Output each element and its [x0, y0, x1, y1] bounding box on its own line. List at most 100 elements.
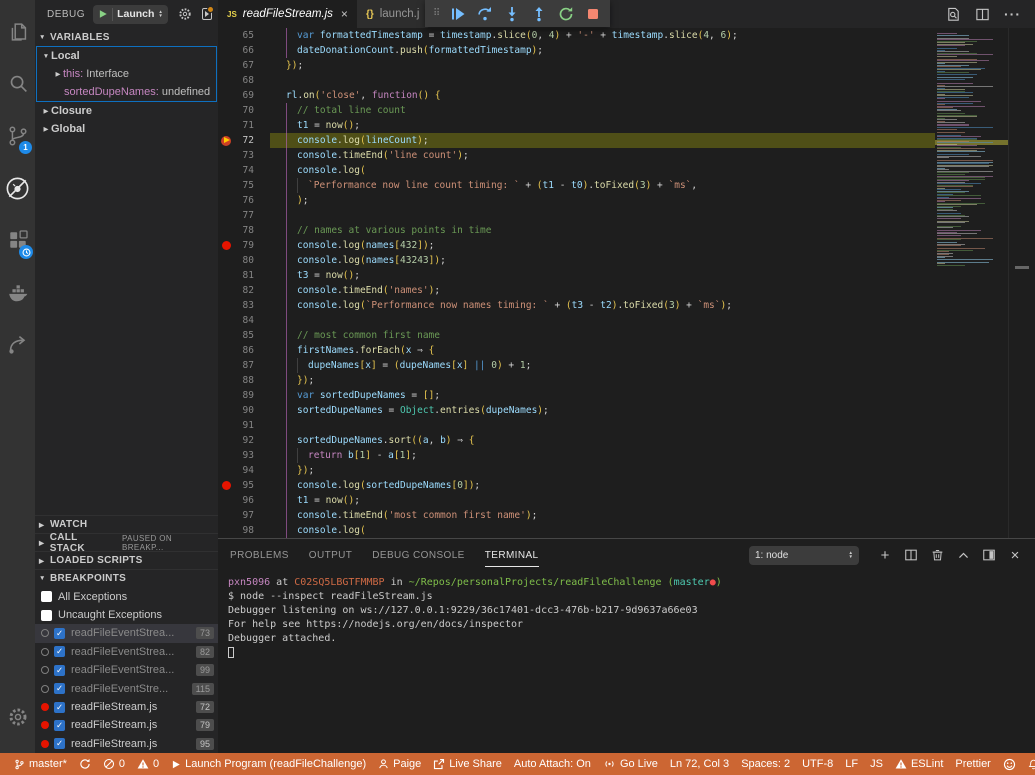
gutter[interactable]: 73 [218, 148, 270, 163]
manage-gear-icon[interactable] [0, 691, 35, 743]
gutter[interactable]: 86 [218, 343, 270, 358]
split-editor-icon[interactable] [975, 7, 990, 22]
gutter[interactable]: 94 [218, 463, 270, 478]
code-line[interactable]: 66 dateDonationCount.push(formattedTimest… [218, 43, 935, 58]
scrollbar-thumb[interactable] [1015, 266, 1029, 269]
code-line[interactable]: 72 console.log(lineCount); [218, 133, 935, 148]
breakpoint-checkbox[interactable]: ✓ [54, 646, 65, 658]
code-line[interactable]: 74 console.log( [218, 163, 935, 178]
continue-button[interactable] [444, 0, 471, 27]
step-over-button[interactable] [471, 0, 498, 27]
breakpoint-row[interactable]: ✓ readFileEventStre... 115 [35, 679, 218, 697]
gutter[interactable]: 92 [218, 433, 270, 448]
breakpoint-row[interactable]: ✓ readFileEventStrea... 82 [35, 643, 218, 661]
gutter[interactable]: 96 [218, 493, 270, 508]
gutter[interactable]: 84 [218, 313, 270, 328]
code-line[interactable]: 86 firstNames.forEach(x ⇒ { [218, 343, 935, 358]
editor-tab[interactable]: JS readFileStream.js × [218, 0, 357, 28]
code-line[interactable]: 83 console.log(`Performance now names tim… [218, 298, 935, 313]
kill-terminal-icon[interactable] [925, 543, 949, 567]
breakpoint-checkbox[interactable]: ✓ [54, 627, 65, 639]
breakpoints-section-header[interactable]: ▼ BREAKPOINTS [35, 569, 218, 587]
gutter[interactable]: 74 [218, 163, 270, 178]
status-item-js[interactable]: JS [864, 753, 889, 775]
gutter[interactable]: 93 [218, 448, 270, 463]
gutter[interactable]: 72 [218, 133, 270, 148]
status-item-utf-8[interactable]: UTF-8 [796, 753, 839, 775]
code-line[interactable]: 73 console.timeEnd('line count'); [218, 148, 935, 163]
code-line[interactable]: 78 // names at various points in time [218, 223, 935, 238]
code-line[interactable]: 87 dupeNames[x] = (dupeNames[x] || 0) + 1… [218, 358, 935, 373]
code-line[interactable]: 84 [218, 313, 935, 328]
status-item-eslint[interactable]: ESLint [889, 753, 949, 775]
breakpoint-row[interactable]: ✓ readFileEventStrea... 73 [35, 624, 218, 643]
code-line[interactable]: 80 console.log(names[43243]); [218, 253, 935, 268]
panel-tab-output[interactable]: OUTPUT [309, 543, 353, 567]
gutter[interactable]: 89 [218, 388, 270, 403]
scope-closure[interactable]: ▶ Closure [35, 102, 218, 120]
breakpoint-checkbox[interactable]: ✓ [54, 683, 65, 695]
exception-breakpoint-row[interactable]: Uncaught Exceptions [35, 606, 218, 624]
status-item-launch-program-readfilechallenge[interactable]: Launch Program (readFileChallenge) [165, 753, 372, 775]
gutter[interactable]: 98 [218, 523, 270, 538]
gutter[interactable]: 88 [218, 373, 270, 388]
panel-tab-debug-console[interactable]: DEBUG CONSOLE [372, 543, 464, 567]
status-item-master[interactable]: master* [8, 753, 73, 775]
scrollbar[interactable] [1008, 28, 1035, 538]
debug-launch-dropdown[interactable]: Launch ▲ ▼ [93, 4, 168, 24]
split-terminal-icon[interactable] [899, 543, 923, 567]
gutter[interactable]: 78 [218, 223, 270, 238]
breakpoint-icon[interactable] [221, 241, 231, 250]
gutter[interactable]: 70 [218, 103, 270, 118]
panel-tab-problems[interactable]: PROBLEMS [230, 543, 289, 567]
code-line[interactable]: 98 console.log( [218, 523, 935, 538]
variable-sortedDupeNames[interactable]: sortedDupeNames: undefined [37, 83, 216, 101]
gutter[interactable]: 90 [218, 403, 270, 418]
code-line[interactable]: 75 `Performance now line count timing: ` … [218, 178, 935, 193]
status-item-lf[interactable]: LF [839, 753, 864, 775]
panel-tab-terminal[interactable]: TERMINAL [484, 543, 539, 567]
gutter[interactable]: 69 [218, 88, 270, 103]
code-line[interactable]: 69 rl.on('close', function() { [218, 88, 935, 103]
code-line[interactable]: 92 sortedDupeNames.sort((a, b) ⇒ { [218, 433, 935, 448]
loaded-scripts-section-header[interactable]: ▶ LOADED SCRIPTS [35, 551, 218, 569]
docker-icon[interactable] [0, 266, 35, 318]
watch-section-header[interactable]: ▶ WATCH [35, 515, 218, 533]
editor-tab[interactable]: {} launch.j [356, 0, 430, 28]
code-line[interactable]: 97 console.timeEnd('most common first nam… [218, 508, 935, 523]
gutter[interactable]: 87 [218, 358, 270, 373]
breakpoint-checkbox[interactable]: ✓ [54, 738, 65, 750]
status-item-sync[interactable] [73, 753, 97, 775]
checkbox[interactable] [41, 591, 52, 603]
gutter[interactable]: 71 [218, 118, 270, 133]
status-item-bell[interactable] [1022, 753, 1035, 775]
open-preview-icon[interactable] [946, 7, 961, 22]
code-line[interactable]: 65 var formattedTimestamp = timestamp.sli… [218, 28, 935, 43]
breakpoint-row[interactable]: ✓ readFileStream.js 72 [35, 698, 218, 716]
gutter[interactable]: 85 [218, 328, 270, 343]
status-item-spaces-2[interactable]: Spaces: 2 [735, 753, 796, 775]
code-line[interactable]: 96 t1 = now(); [218, 493, 935, 508]
gutter[interactable]: 83 [218, 298, 270, 313]
breakpoint-icon[interactable] [221, 481, 231, 490]
code-line[interactable]: 89 var sortedDupeNames = []; [218, 388, 935, 403]
code-line[interactable]: 68 [218, 73, 935, 88]
gutter[interactable]: 68 [218, 73, 270, 88]
stop-button[interactable] [579, 0, 606, 27]
gutter[interactable]: 82 [218, 283, 270, 298]
status-item-prettier[interactable]: Prettier [949, 753, 996, 775]
code-line[interactable]: 81 t3 = now(); [218, 268, 935, 283]
maximize-panel-icon[interactable] [951, 543, 975, 567]
code-line[interactable]: 79 console.log(names[432]); [218, 238, 935, 253]
gutter[interactable]: 75 [218, 178, 270, 193]
code-line[interactable]: 95 console.log(sortedDupeNames[0]); [218, 478, 935, 493]
call-stack-section-header[interactable]: ▶ CALL STACK PAUSED ON BREAKP... [35, 532, 218, 554]
code-line[interactable]: 94}); [218, 463, 935, 478]
more-actions-icon[interactable]: ··· [1004, 6, 1021, 22]
source-control-icon[interactable]: 1 [0, 110, 35, 162]
gutter[interactable]: 66 [218, 43, 270, 58]
breakpoint-row[interactable]: ✓ readFileStream.js 79 [35, 716, 218, 734]
breakpoint-checkbox[interactable]: ✓ [54, 664, 65, 676]
breakpoint-row[interactable]: ✓ readFileEventStrea... 99 [35, 661, 218, 679]
status-item-0[interactable]: 0 [131, 753, 165, 775]
